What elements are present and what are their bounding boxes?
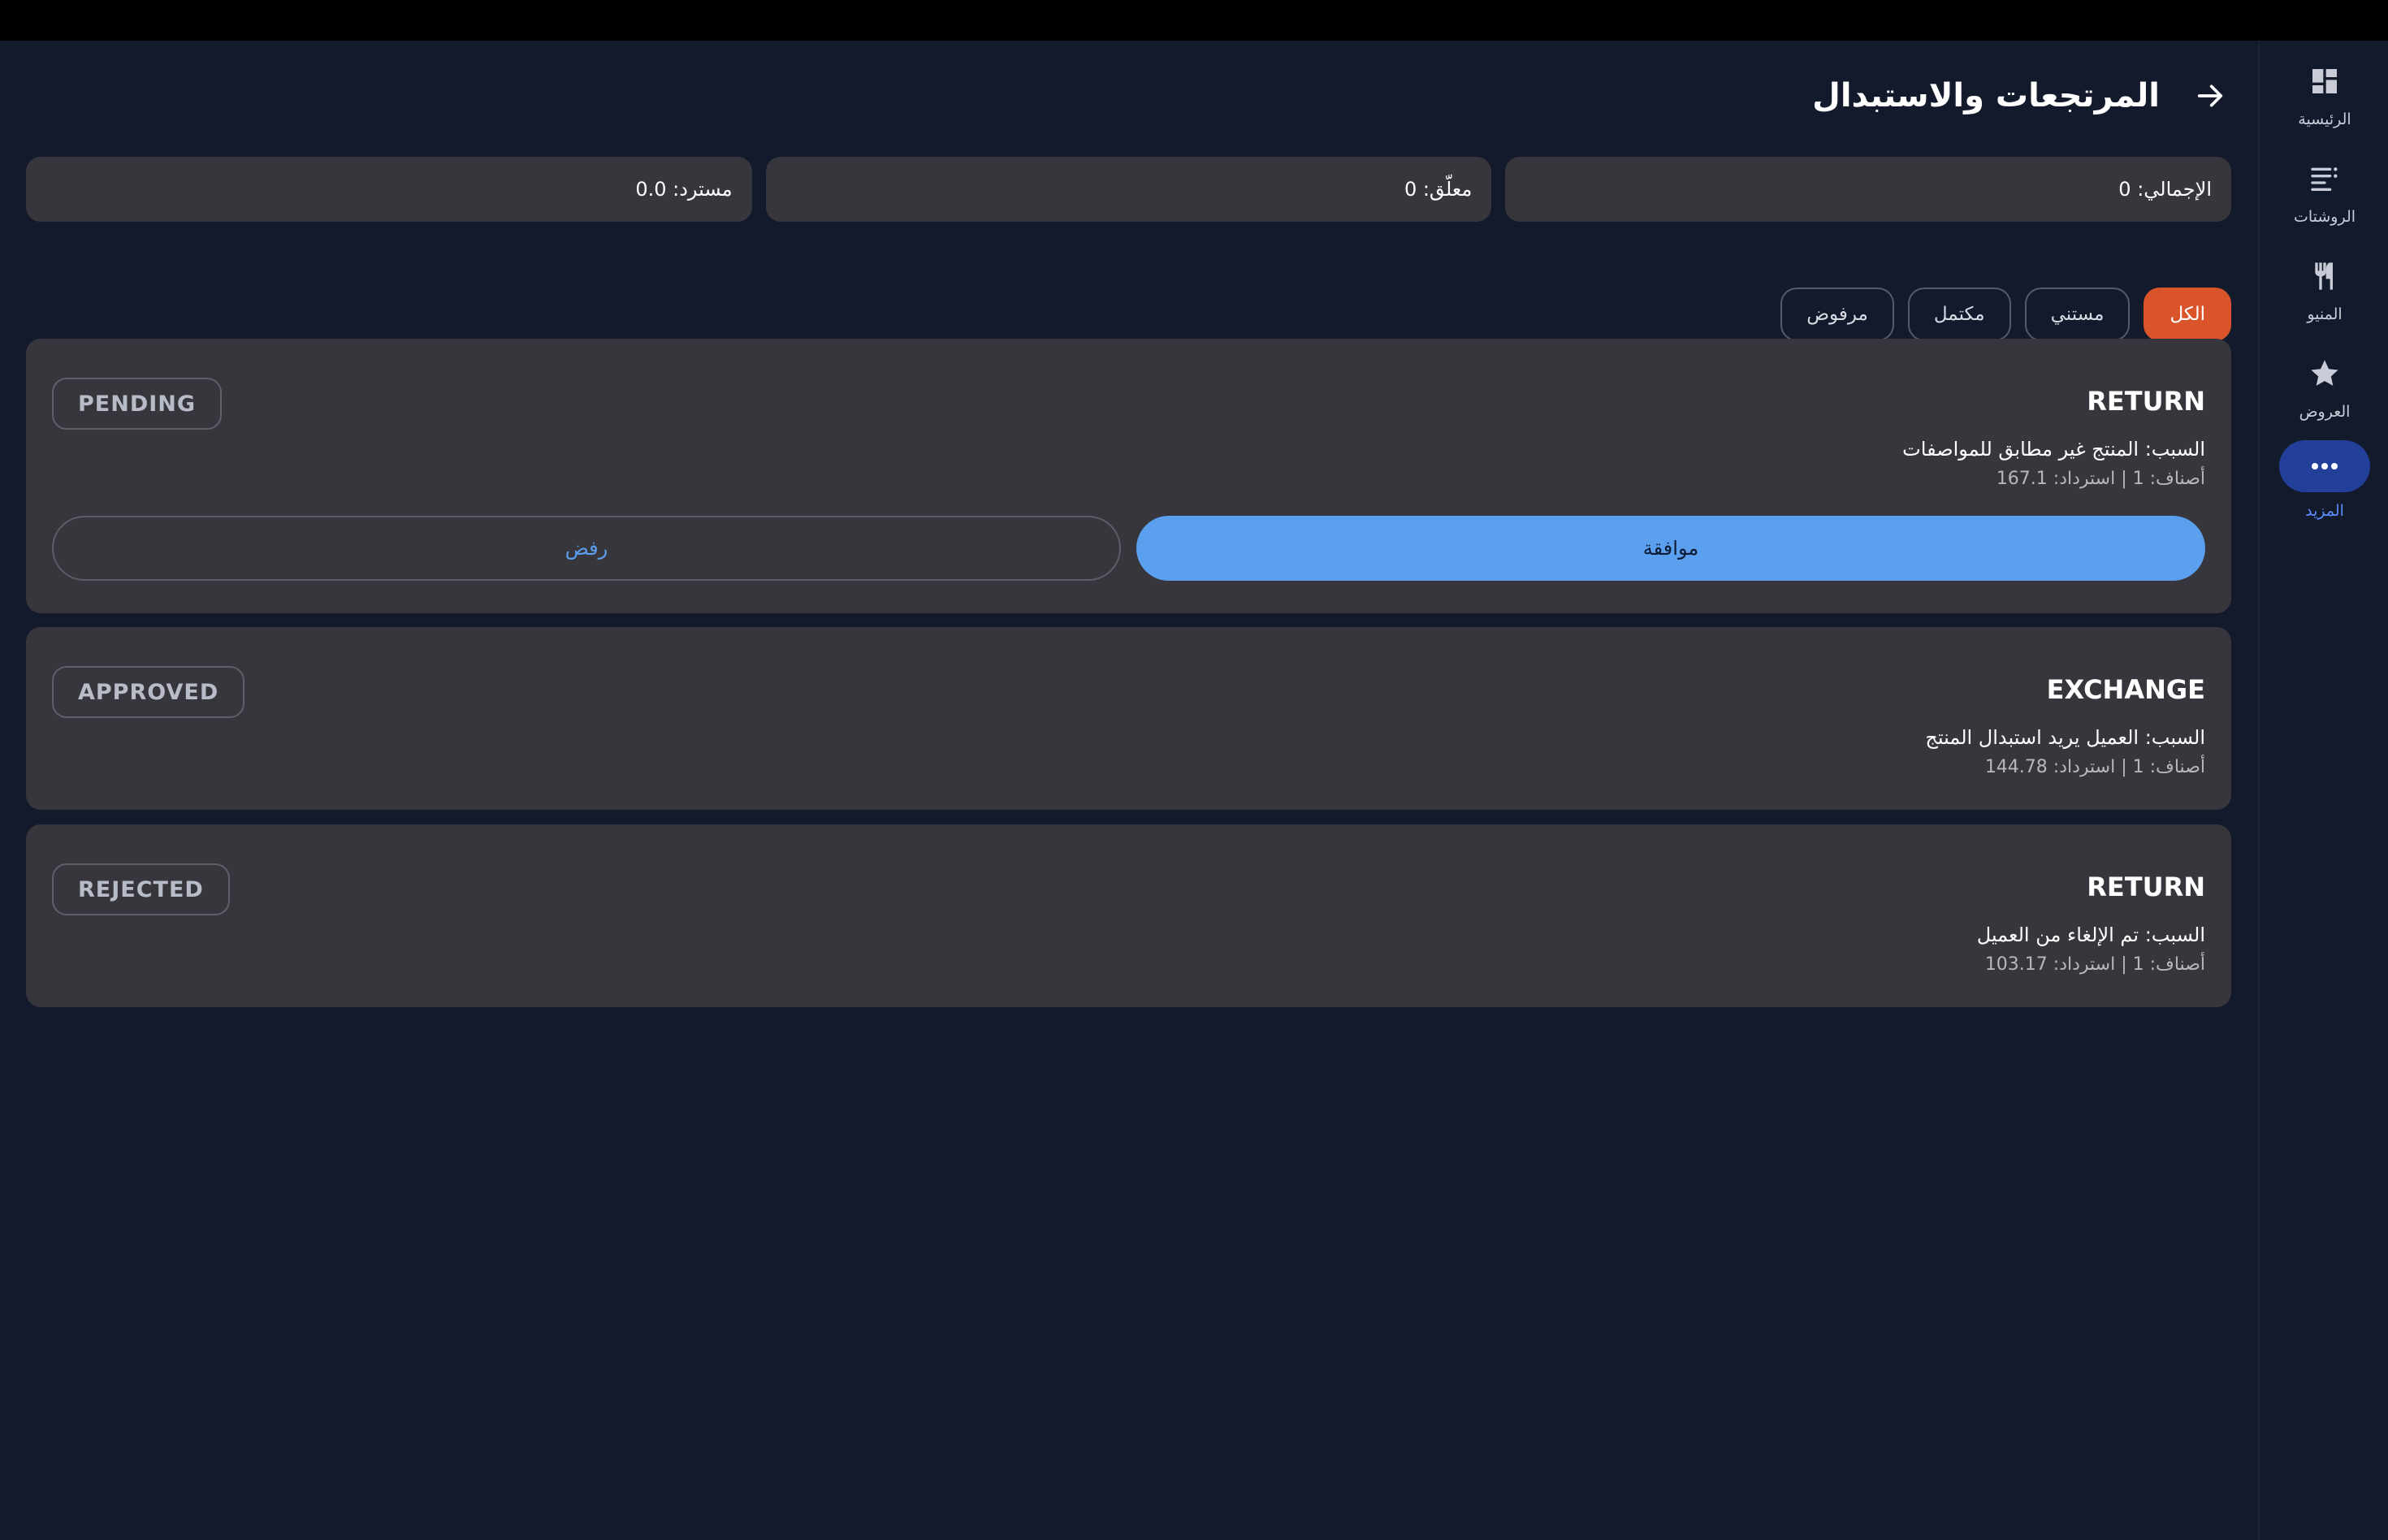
filter-chip-rejected[interactable]: مرفوض [1780, 288, 1894, 341]
nav-label: المنيو [2307, 305, 2343, 323]
request-meta: أصناف: 1 | استرداد: 103.17 [1984, 954, 2205, 975]
list-icon [2307, 161, 2343, 197]
page-title: المرتجعات والاستبدال [1812, 77, 2160, 115]
nav-item-prescriptions[interactable]: الروشتات [2260, 149, 2388, 239]
status-badge: PENDING [52, 378, 223, 430]
filter-chip-all[interactable]: الكل [2144, 288, 2231, 341]
nav-label: المزيد [2305, 502, 2344, 520]
arrow-right-icon[interactable] [2189, 75, 2231, 117]
request-type: RETURN [2087, 872, 2205, 902]
page-header: المرتجعات والاستبدال [1500, 70, 2231, 122]
star-icon [2307, 356, 2343, 391]
stat-refunded: مسترد: 0.0 [25, 157, 752, 222]
stats-row: الإجمالي: 0 معلّق: 0 مسترد: 0.0 [25, 157, 2231, 222]
status-badge: APPROVED [52, 666, 245, 718]
request-card: RETURN السبب: تم الإلغاء من العميل أصناف… [26, 824, 2231, 1007]
dashboard-icon [2307, 63, 2343, 99]
request-type: RETURN [2087, 386, 2205, 417]
filter-chips: الكل مستني مكتمل مرفوض [1780, 288, 2231, 341]
request-card: RETURN السبب: المنتج غير مطابق للمواصفات… [26, 339, 2231, 613]
status-bar [0, 0, 2388, 41]
nav-item-home[interactable]: الرئيسية [2260, 52, 2388, 141]
request-card: EXCHANGE السبب: العميل يريد استبدال المن… [26, 627, 2231, 810]
request-reason: السبب: تم الإلغاء من العميل [1976, 924, 2205, 946]
nav-item-offers[interactable]: العروض [2260, 344, 2388, 434]
request-reason: السبب: العميل يريد استبدال المنتج [1925, 726, 2205, 749]
nav-item-menu[interactable]: المنيو [2260, 247, 2388, 336]
reject-button[interactable]: رفض [52, 516, 1121, 581]
nav-label: العروض [2299, 403, 2351, 421]
stat-total: الإجمالي: 0 [1505, 157, 2231, 222]
nav-item-more[interactable]: المزيد [2260, 435, 2388, 525]
approve-button[interactable]: موافقة [1136, 516, 2205, 581]
request-reason: السبب: المنتج غير مطابق للمواصفات [1902, 438, 2205, 461]
restaurant-menu-icon [2307, 258, 2343, 294]
filter-chip-completed[interactable]: مكتمل [1907, 288, 2011, 341]
more-horizontal-icon [2279, 440, 2370, 492]
nav-label: الرئيسية [2298, 110, 2351, 128]
nav-label: الروشتات [2293, 208, 2356, 226]
status-badge: REJECTED [52, 863, 230, 915]
request-type: EXCHANGE [2046, 674, 2205, 705]
stat-pending: معلّق: 0 [765, 157, 1492, 222]
request-meta: أصناف: 1 | استرداد: 144.78 [1984, 757, 2205, 777]
navigation-rail: الرئيسية الروشتات المنيو العروض المزيد [2258, 41, 2388, 1540]
main-content: المرتجعات والاستبدال الإجمالي: 0 معلّق: … [25, 41, 2231, 1540]
request-meta: أصناف: 1 | استرداد: 167.1 [1996, 469, 2205, 489]
filter-chip-pending[interactable]: مستني [2024, 288, 2131, 341]
